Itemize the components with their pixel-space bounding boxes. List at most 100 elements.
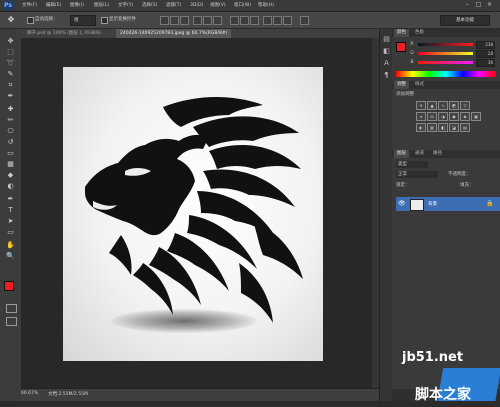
quick-select-tool-icon[interactable]: ✎ [5,70,16,78]
menu-file[interactable]: 文件(F) [22,1,37,10]
character-panel-icon[interactable]: A [382,59,391,67]
distribute-left-icon[interactable] [263,16,272,25]
tab-paths[interactable]: 路径 [430,150,445,158]
red-value-field[interactable]: 238 [476,41,495,49]
align-bottom-icon[interactable] [180,16,189,25]
marquee-tool-icon[interactable]: ⬚ [5,48,16,56]
show-transform-checkbox[interactable] [101,17,108,24]
auto-align-icon[interactable] [300,16,309,25]
auto-select-dropdown[interactable]: 组 [70,15,96,26]
align-center-icon[interactable] [203,16,212,25]
black-white-icon[interactable]: ◑ [438,112,448,121]
color-spectrum-bar[interactable] [396,71,496,77]
brightness-contrast-icon[interactable]: ☀ [416,101,426,110]
channel-mixer-icon[interactable]: ◈ [460,112,470,121]
crop-tool-icon[interactable]: ⌗ [5,81,16,89]
path-selection-tool-icon[interactable]: ➤ [5,217,16,225]
red-slider[interactable] [418,43,473,46]
tab-adjustments[interactable]: 调整 [394,81,409,89]
minimize-button[interactable]: – [463,1,472,9]
align-top-icon[interactable] [160,16,169,25]
workspace-dropdown[interactable]: 基本功能 [440,15,490,26]
posterize-icon[interactable]: ▥ [427,123,437,132]
distribute-middle-icon[interactable] [240,16,249,25]
screen-mode-icon[interactable] [6,317,17,326]
gradient-tool-icon[interactable]: ▦ [5,160,16,168]
brush-tool-icon[interactable]: ✏ [5,116,16,124]
properties-panel-icon[interactable]: ◧ [382,47,391,55]
blue-slider[interactable] [418,61,473,64]
align-right-icon[interactable] [213,16,222,25]
pen-tool-icon[interactable]: ✒ [5,195,16,203]
distribute-right-icon[interactable] [283,16,292,25]
photo-filter-icon[interactable]: ◉ [449,112,459,121]
blend-mode-dropdown[interactable]: 正常 [396,171,438,178]
menu-edit[interactable]: 编辑(E) [46,1,61,10]
tab-lion-psd[interactable]: 狮子.psd @ 100% (图层 1, RGB/8) [23,29,105,38]
quick-mask-icon[interactable] [6,304,17,313]
distribute-top-icon[interactable] [230,16,239,25]
layer-kind-filter[interactable]: 类型 [396,161,428,168]
vibrance-icon[interactable]: ▽ [460,101,470,110]
history-panel-icon[interactable]: ▤ [382,35,391,43]
history-brush-tool-icon[interactable]: ↺ [5,138,16,146]
tab-swatches[interactable]: 色板 [412,29,427,37]
healing-brush-tool-icon[interactable]: ✚ [5,105,16,113]
blur-tool-icon[interactable]: ◆ [5,171,16,179]
shape-tool-icon[interactable]: ▭ [5,228,16,236]
align-middle-icon[interactable] [170,16,179,25]
menu-view[interactable]: 视图(V) [210,1,226,10]
green-slider[interactable] [418,52,473,55]
dodge-tool-icon[interactable]: ◐ [5,182,16,190]
lasso-tool-icon[interactable]: ➰ [5,59,16,67]
tab-layers[interactable]: 图层 [394,150,409,158]
vertical-scrollbar[interactable] [372,38,379,388]
type-tool-icon[interactable]: T [5,206,16,214]
foreground-color-swatch[interactable] [4,281,14,291]
color-foreground-swatch[interactable] [396,42,406,52]
zoom-level[interactable]: 66.67% [21,391,38,396]
green-value-field[interactable]: 28 [476,50,495,58]
gradient-map-icon[interactable]: ▤ [460,123,470,132]
document-info[interactable]: 文档:2.55M/2.55M [48,391,88,397]
blue-value-field[interactable]: 36 [476,59,495,67]
menu-window[interactable]: 窗口(W) [234,1,251,10]
menu-filter[interactable]: 滤镜(T) [166,1,181,10]
maximize-button[interactable]: □ [474,1,483,9]
menu-image[interactable]: 图像(I) [70,1,84,10]
tab-channels[interactable]: 通道 [412,150,427,158]
menu-type[interactable]: 文字(Y) [118,1,133,10]
clone-stamp-tool-icon[interactable]: ⎔ [5,127,16,135]
hue-saturation-icon[interactable]: ≡ [416,112,426,121]
move-tool-preset-icon[interactable]: ✥ [6,15,16,25]
layer-row-background[interactable]: 👁 背景 🔒 [396,197,500,211]
levels-icon[interactable]: ▲ [427,101,437,110]
align-left-icon[interactable] [193,16,202,25]
move-tool-icon[interactable]: ✥ [5,37,16,45]
menu-3d[interactable]: 3D(D) [190,1,203,10]
invert-icon[interactable]: ◐ [416,123,426,132]
distribute-center-icon[interactable] [273,16,282,25]
paragraph-panel-icon[interactable]: ¶ [382,71,391,79]
threshold-icon[interactable]: ◧ [438,123,448,132]
close-button[interactable]: × [485,1,494,9]
tab-styles[interactable]: 样式 [412,81,427,89]
eraser-tool-icon[interactable]: ▭ [5,149,16,157]
auto-select-checkbox[interactable] [27,17,34,24]
layer-visibility-eye-icon[interactable]: 👁 [398,200,406,207]
exposure-icon[interactable]: ◩ [449,101,459,110]
eyedropper-tool-icon[interactable]: ✒ [5,92,16,100]
tab-color[interactable]: 颜色 [394,29,409,37]
zoom-tool-icon[interactable]: 🔍 [5,252,16,260]
layer-name[interactable]: 背景 [428,201,437,207]
menu-select[interactable]: 选择(S) [142,1,157,10]
menu-layer[interactable]: 图层(L) [94,1,109,10]
selective-color-icon[interactable]: ◪ [449,123,459,132]
tab-lion-jpeg[interactable]: 240426-140925209783.jpeg @ 66.7%(RGB/8#) [116,29,232,38]
hand-tool-icon[interactable]: ✋ [5,241,16,249]
color-balance-icon[interactable]: ⚖ [427,112,437,121]
menu-help[interactable]: 帮助(H) [258,1,274,10]
color-lookup-icon[interactable]: ▦ [471,112,481,121]
distribute-bottom-icon[interactable] [250,16,259,25]
curves-icon[interactable]: ∿ [438,101,448,110]
